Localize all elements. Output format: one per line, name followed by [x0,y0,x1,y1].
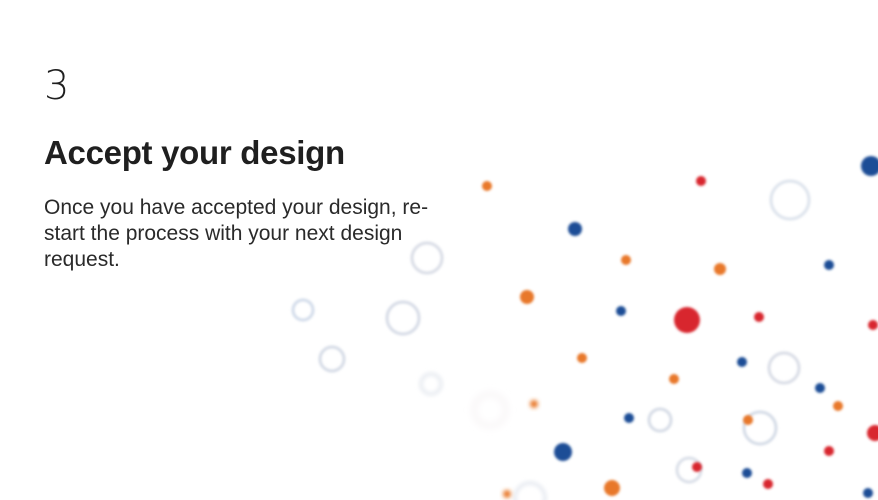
slide-canvas: 3 Accept your design Once you have accep… [0,0,878,500]
particle-dot [503,490,511,498]
step-title: Accept your design [44,134,345,171]
particle-dot [554,443,572,461]
particle-dot [754,312,764,322]
ring-bubble [769,179,811,221]
particle-dot [863,488,873,498]
particle-dot [714,263,726,275]
particle-dot [568,222,582,236]
ring-bubble [513,481,547,500]
step-number: 3 [44,63,70,109]
particle-dot [616,306,626,316]
particle-dot [833,401,843,411]
particle-dot [815,383,825,393]
particle-dot [742,468,752,478]
ring-bubble [767,351,801,385]
particle-dot [696,176,706,186]
particle-dot [669,374,679,384]
particle-dot [530,400,538,408]
particle-dot [867,425,878,441]
ring-bubble [419,372,443,396]
particle-dot [692,462,702,472]
particle-dot [520,290,534,304]
ring-bubble [385,300,421,336]
ring-bubble [318,345,346,373]
ring-bubble [675,456,703,484]
particle-dot [624,413,634,423]
particle-dot [577,353,587,363]
particle-dot [674,307,700,333]
ring-bubble [472,392,508,428]
particle-dot [824,260,834,270]
ring-bubble [742,410,778,446]
particle-dot [482,181,492,191]
particle-dot [868,320,878,330]
particle-dot [824,446,834,456]
particle-dot [621,255,631,265]
particle-dot [763,479,773,489]
ring-bubble [291,298,315,322]
particle-dot [604,480,620,496]
particle-dot [861,156,878,176]
step-description: Once you have accepted your design, re-s… [44,196,429,271]
particle-dot [743,415,753,425]
particle-dot [737,357,747,367]
ring-bubble [647,407,673,433]
